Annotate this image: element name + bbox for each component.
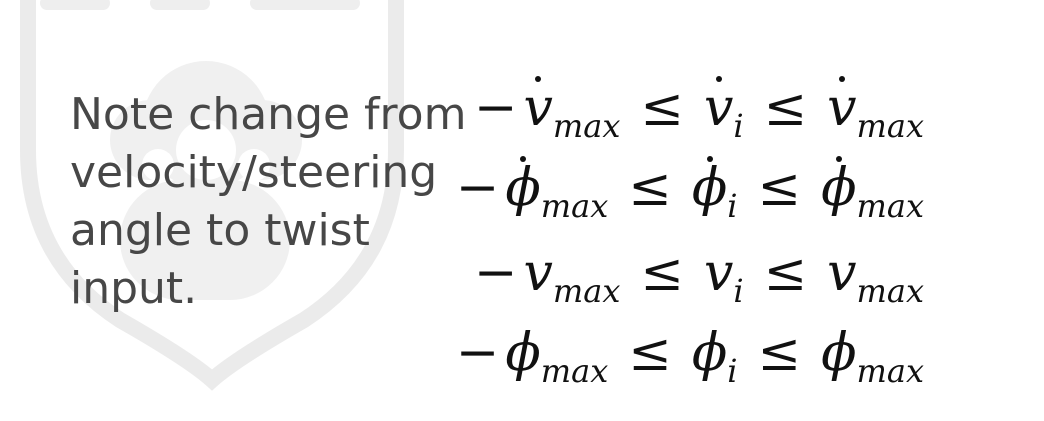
leq-operator: ≤: [763, 78, 808, 138]
left-symbol: v: [523, 243, 553, 303]
left-symbol: ϕ: [505, 323, 541, 383]
leq-operator: ≤: [757, 323, 802, 383]
left-subscript: max: [552, 272, 621, 310]
minus-sign: −: [455, 323, 500, 383]
middle-symbol: ϕ: [691, 323, 728, 383]
equation-row-steering-rate: − ϕ max ≤ ϕ i ≤ ϕ max: [456, 158, 924, 238]
left-subscript: max: [540, 187, 609, 225]
minus-sign: −: [455, 158, 500, 218]
right-subscript: max: [856, 107, 924, 145]
constraint-equations: − v max ≤ v i ≤ v max − ϕ max ≤ ϕ i ≤ ϕ …: [456, 78, 990, 398]
middle-symbol: v: [703, 78, 734, 138]
leq-operator: ≤: [628, 323, 672, 383]
middle-subscript: i: [727, 352, 738, 390]
right-symbol: ϕ: [821, 158, 857, 218]
left-subscript: max: [552, 107, 621, 145]
leq-operator: ≤: [640, 243, 684, 303]
middle-symbol: ϕ: [691, 158, 728, 218]
leq-operator: ≤: [763, 243, 808, 303]
minus-sign: −: [473, 243, 518, 303]
leq-operator: ≤: [640, 78, 684, 138]
leq-operator: ≤: [757, 158, 802, 218]
right-symbol: ϕ: [821, 323, 857, 383]
note-text: Note change from velocity/steering angle…: [70, 89, 467, 314]
left-subscript: max: [540, 352, 609, 390]
middle-subscript: i: [733, 107, 744, 145]
right-subscript: max: [856, 272, 924, 310]
middle-subscript: i: [733, 272, 744, 310]
right-symbol: v: [827, 243, 857, 303]
leq-operator: ≤: [628, 158, 672, 218]
right-symbol: v: [827, 78, 857, 138]
equation-row-velocity: − v max ≤ v i ≤ v max: [474, 243, 924, 323]
middle-subscript: i: [727, 187, 738, 225]
right-subscript: max: [856, 187, 924, 225]
equation-row-steering: − ϕ max ≤ ϕ i ≤ ϕ max: [456, 323, 924, 403]
left-symbol: ϕ: [505, 158, 541, 218]
middle-symbol: v: [703, 243, 734, 303]
minus-sign: −: [473, 78, 518, 138]
equation-row-velocity-rate: − v max ≤ v i ≤ v max: [474, 78, 924, 158]
left-symbol: v: [523, 78, 553, 138]
right-subscript: max: [856, 352, 924, 390]
